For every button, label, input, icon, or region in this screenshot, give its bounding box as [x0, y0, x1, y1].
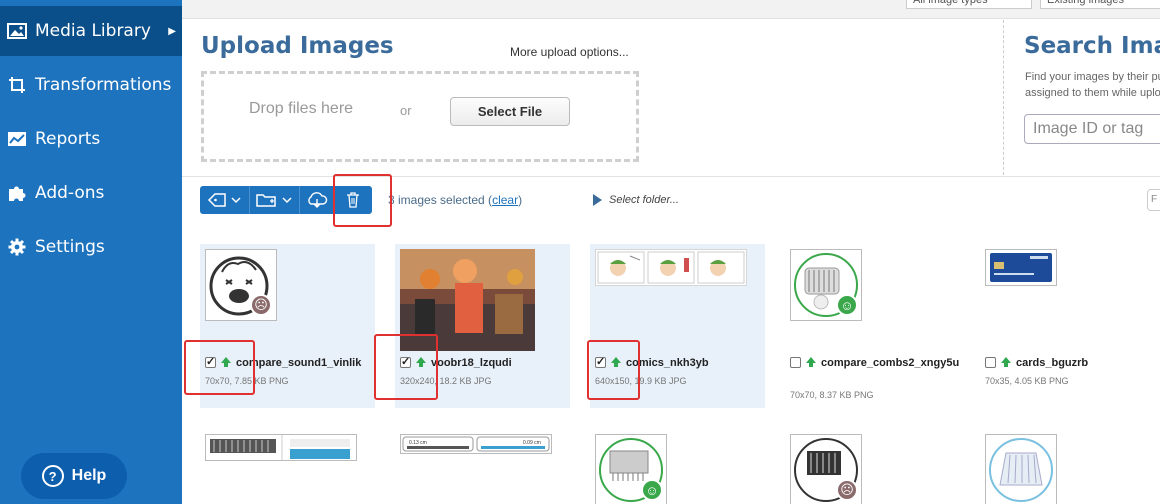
question-icon: ?: [41, 465, 64, 487]
image-name[interactable]: cards_bguzrb: [1016, 356, 1088, 370]
or-text: or: [400, 103, 412, 118]
search-description-line: Find your images by their public ID: [1025, 71, 1160, 83]
upload-arrow-icon: [806, 356, 818, 367]
image-type-select[interactable]: All image types: [906, 0, 1032, 9]
selection-text: 3 images selected (: [388, 193, 493, 207]
sidebar-item-label: Transformations: [35, 75, 172, 95]
happy-face-icon: ☺: [641, 479, 663, 501]
highlight-box: [374, 334, 438, 400]
search-description-line: assigned to them while uploading: [1025, 87, 1160, 99]
selection-close: ): [518, 193, 523, 207]
chevron-right-icon: ▶: [168, 25, 176, 37]
image-meta: 70x70, 8.37 KB PNG: [790, 390, 874, 400]
search-title: Search Images: [1024, 33, 1160, 59]
comb-attachment-image: [989, 438, 1053, 502]
image-name[interactable]: voobr18_lzqudi: [431, 356, 512, 370]
image-checkbox[interactable]: [790, 357, 801, 368]
image-thumbnail[interactable]: [985, 249, 1057, 286]
drop-files-text: Drop files here: [249, 100, 354, 117]
sidebar-item-label: Add-ons: [35, 183, 105, 203]
sidebar-item-label: Settings: [35, 237, 105, 257]
image-thumbnail[interactable]: [985, 434, 1057, 504]
image-thumbnail[interactable]: [205, 434, 357, 461]
crop-icon: [7, 75, 27, 95]
select-file-button[interactable]: Select File: [450, 97, 570, 126]
top-filter-bar: All image types Existing images: [182, 0, 1160, 19]
highlight-box: [587, 340, 640, 400]
image-label: cards_bguzrb: [985, 356, 1150, 370]
sidebar: Media Library ▶ Transformations Reports …: [0, 0, 182, 504]
comics-image: [597, 251, 745, 284]
puzzle-icon: [7, 183, 27, 203]
sidebar-item-settings[interactable]: Settings: [0, 222, 182, 272]
more-upload-options-link[interactable]: More upload options...: [510, 45, 629, 59]
search-input[interactable]: Image ID or tag: [1024, 114, 1160, 144]
sidebar-item-label: Reports: [35, 129, 101, 149]
sad-face-icon: ☹: [836, 479, 858, 501]
folder-icon: [255, 194, 292, 207]
panel-divider: [1003, 20, 1004, 175]
existing-images-select[interactable]: Existing images: [1040, 0, 1160, 9]
filter-field[interactable]: F: [1147, 189, 1160, 211]
image-meta: 70x35, 4.05 KB PNG: [985, 376, 1069, 386]
happy-face-icon: ☺: [836, 294, 858, 316]
image-label: compare_combs2_xngy5u: [790, 356, 960, 370]
gear-icon: [7, 237, 27, 257]
chart-icon: [7, 129, 27, 149]
sidebar-item-label: Media Library: [35, 21, 151, 41]
image-thumbnail[interactable]: [595, 249, 747, 286]
sidebar-item-reports[interactable]: Reports: [0, 114, 182, 164]
divider: [182, 176, 1160, 177]
sidebar-item-transformations[interactable]: Transformations: [0, 60, 182, 110]
sad-face-icon: ☹: [250, 294, 272, 316]
help-button[interactable]: ? Help: [21, 453, 127, 499]
cloud-download-icon: [307, 192, 327, 208]
highlight-box: [184, 340, 255, 395]
trimmer-compare-image: [210, 435, 350, 460]
image-icon: [7, 21, 27, 41]
tag-icon: [207, 193, 241, 207]
upload-title: Upload Images: [201, 33, 394, 59]
ruler-compare-image: 0.13 cm 0.09 cm: [402, 436, 550, 452]
clear-selection-link[interactable]: clear: [492, 193, 518, 207]
select-folder-label: Select folder...: [609, 194, 679, 206]
image-checkbox[interactable]: [985, 357, 996, 368]
select-folder-link[interactable]: Select folder...: [593, 194, 679, 206]
upload-arrow-icon: [1001, 356, 1013, 367]
sidebar-item-add-ons[interactable]: Add-ons: [0, 168, 182, 218]
ruler-left-label: 0.13 cm: [409, 440, 427, 446]
play-icon: [593, 194, 602, 206]
ruler-right-label: 0.09 cm: [523, 440, 541, 446]
tag-button[interactable]: [200, 186, 250, 214]
highlight-box: [333, 174, 392, 227]
image-thumbnail[interactable]: 0.13 cm 0.09 cm: [400, 434, 552, 454]
card-image: [990, 253, 1052, 282]
help-label: Help: [71, 467, 107, 484]
sidebar-item-media-library[interactable]: Media Library ▶: [0, 6, 182, 56]
search-description: Find your images by their public ID assi…: [1025, 69, 1160, 101]
image-name[interactable]: compare_combs2_xngy5u: [821, 356, 960, 370]
download-button[interactable]: [300, 186, 334, 214]
selection-count: 3 images selected (clear): [388, 193, 522, 207]
move-to-folder-button[interactable]: [250, 186, 300, 214]
